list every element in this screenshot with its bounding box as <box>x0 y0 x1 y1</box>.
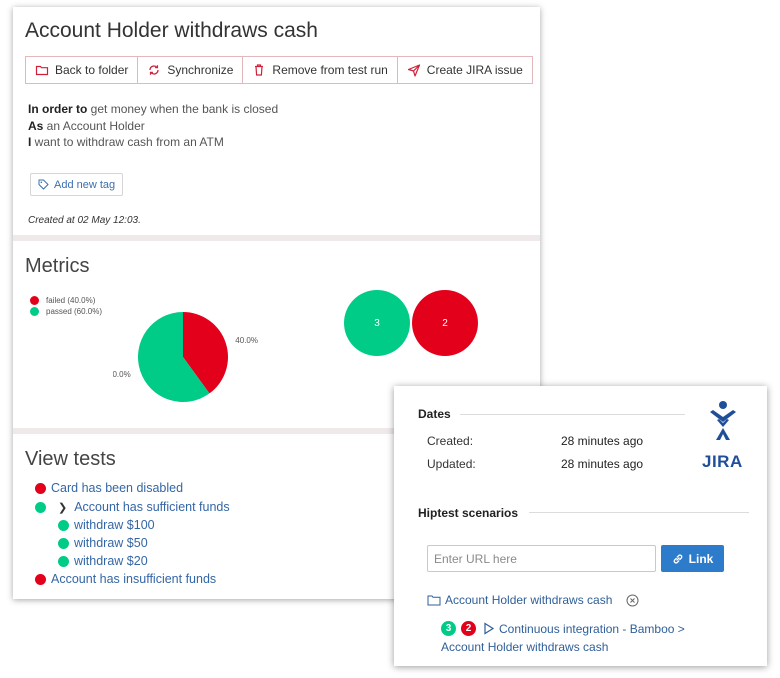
pie-chart: 40.0% 60.0% <box>108 305 273 410</box>
create-jira-issue-button[interactable]: Create JIRA issue <box>398 57 532 83</box>
story-keyword: In order to <box>28 102 88 116</box>
scenarios-rule <box>529 512 749 513</box>
status-passed-icon <box>58 537 69 549</box>
play-icon <box>484 622 495 635</box>
test-item-label: withdraw $50 <box>74 536 148 550</box>
story-text: want to withdraw cash from an ATM <box>31 135 224 149</box>
created-label: Created: <box>427 434 474 448</box>
test-item-label: Account has sufficient funds <box>74 500 230 514</box>
passed-count-badge: 3 <box>441 621 456 636</box>
created-value: 28 minutes ago <box>561 434 644 448</box>
scenario-run-link[interactable]: 3 2 Continuous integration - Bamboo > <box>441 621 685 636</box>
test-item-label: Card has been disabled <box>51 481 184 495</box>
trash-icon <box>255 64 264 76</box>
status-failed-icon <box>35 482 46 494</box>
pie-chart-svg: 40.0% 60.0% <box>108 312 258 402</box>
legend-label-failed: failed (40.0%) <box>46 296 96 305</box>
failed-count-bubble: 2 <box>412 290 478 356</box>
tag-icon <box>38 179 49 190</box>
page-title: Account Holder withdraws cash <box>25 19 318 42</box>
legend-item-failed: failed (40.0%) <box>30 295 102 306</box>
url-input[interactable] <box>427 545 656 572</box>
folder-icon <box>427 595 441 606</box>
dates-rule <box>460 414 685 415</box>
pie-slice-label-passed: 60.0% <box>113 370 131 379</box>
legend-label-passed: passed (60.0%) <box>46 307 103 316</box>
updated-label: Updated: <box>427 457 476 471</box>
remove-from-test-run-button[interactable]: Remove from test run <box>243 57 398 83</box>
story-description: In order to get money when the bank is c… <box>28 101 278 151</box>
run-link-label: Continuous integration - Bamboo > <box>499 621 685 636</box>
dates-heading: Dates <box>418 407 451 421</box>
status-passed-icon <box>58 519 69 531</box>
view-tests-heading: View tests <box>25 448 116 470</box>
send-icon <box>407 64 420 77</box>
add-new-tag-label: Add new tag <box>54 178 116 191</box>
synchronize-label: Synchronize <box>167 63 234 77</box>
status-passed-icon <box>35 501 46 513</box>
legend-swatch-failed <box>30 296 39 305</box>
legend-item-passed: passed (60.0%) <box>30 306 102 317</box>
hiptest-scenarios-heading: Hiptest scenarios <box>418 506 519 520</box>
test-item[interactable]: withdraw $50 <box>58 536 148 550</box>
test-item-label: withdraw $20 <box>74 554 148 568</box>
jira-logo-text: JIRA <box>702 452 743 471</box>
test-item[interactable]: Card has been disabled <box>35 481 183 495</box>
jira-panel: Dates Created: 28 minutes ago Updated: 2… <box>394 386 767 666</box>
sync-icon <box>149 65 160 75</box>
failed-count-badge: 2 <box>461 621 476 636</box>
story-text: get money when the bank is closed <box>87 102 279 116</box>
story-text: an Account Holder <box>43 118 145 133</box>
synchronize-button[interactable]: Synchronize <box>138 57 244 83</box>
back-to-folder-button[interactable]: Back to folder <box>26 57 139 83</box>
action-toolbar: Back to folder Synchronize Remove from t… <box>25 56 533 84</box>
scenario-folder-label: Account Holder withdraws cash <box>445 593 613 607</box>
status-failed-icon <box>35 573 46 585</box>
chevron-down-icon[interactable]: ❯ <box>58 501 67 514</box>
test-item[interactable]: withdraw $100 <box>58 518 155 532</box>
test-item[interactable]: withdraw $20 <box>58 554 148 568</box>
status-passed-icon <box>58 555 69 567</box>
back-to-folder-label: Back to folder <box>55 63 129 77</box>
updated-value: 28 minutes ago <box>561 457 644 471</box>
jira-logo-icon <box>710 401 736 440</box>
add-new-tag-button[interactable]: Add new tag <box>30 173 124 196</box>
link-button[interactable]: Link <box>661 545 724 572</box>
scenario-run-link-continued[interactable]: Account Holder withdraws cash <box>441 640 608 654</box>
chart-legend: failed (40.0%) passed (60.0%) <box>30 295 102 317</box>
test-item[interactable]: Account has insufficient funds <box>35 572 216 586</box>
test-item-label: withdraw $100 <box>74 518 155 532</box>
created-timestamp: Created at 02 May 12:03. <box>28 215 141 226</box>
test-item-label: Account has insufficient funds <box>51 572 217 586</box>
pie-slice-label-failed: 40.0% <box>235 336 258 345</box>
run-link-label-line2: Account Holder withdraws cash <box>441 640 609 654</box>
create-jira-label: Create JIRA issue <box>426 63 523 77</box>
story-keyword: As <box>28 118 44 133</box>
close-circle-icon[interactable] <box>626 594 639 607</box>
metrics-heading: Metrics <box>25 255 90 277</box>
scenario-folder-link[interactable]: Account Holder withdraws cash <box>427 593 639 607</box>
test-item[interactable]: ❯ Account has sufficient funds <box>35 500 230 514</box>
link-button-label: Link <box>688 551 714 566</box>
legend-swatch-passed <box>30 307 39 316</box>
remove-label: Remove from test run <box>272 63 388 77</box>
folder-icon <box>35 65 49 76</box>
passed-count-bubble: 3 <box>344 290 410 356</box>
section-divider <box>13 235 540 241</box>
link-icon <box>673 553 682 564</box>
